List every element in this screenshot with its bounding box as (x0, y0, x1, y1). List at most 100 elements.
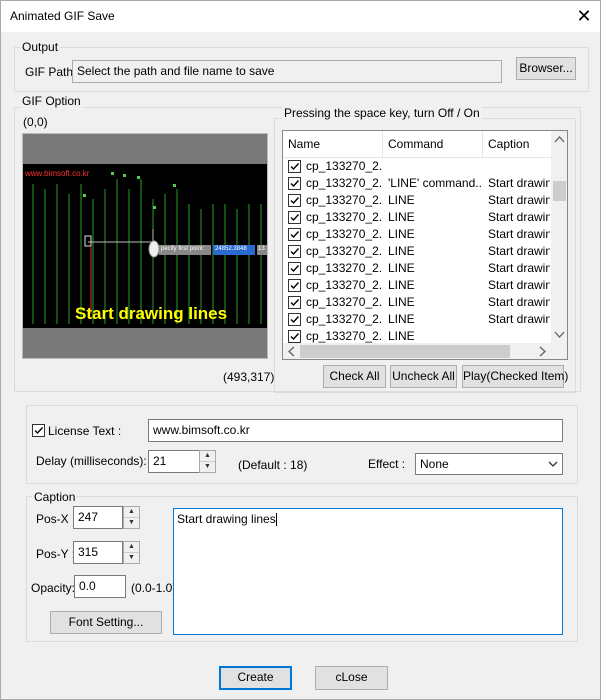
license-checkbox[interactable] (32, 424, 45, 437)
list-item[interactable]: cp_133270_2... (283, 158, 551, 175)
spin-up-icon[interactable]: ▲ (124, 507, 139, 518)
delay-label: Delay (milliseconds): (36, 454, 147, 468)
check-icon (290, 248, 300, 256)
output-legend: Output (20, 40, 61, 54)
row-command: LINE (388, 227, 415, 241)
check-icon (290, 231, 300, 239)
pos-x-input[interactable]: 247 (73, 506, 123, 529)
pos-x-label: Pos-X : (36, 512, 76, 526)
preview-coord-bottom: (493,317) (223, 370, 275, 384)
row-checkbox[interactable] (288, 194, 301, 207)
list-item[interactable]: cp_133270_2... LINE Start drawing (283, 192, 551, 209)
list-vertical-scrollbar[interactable] (551, 131, 567, 343)
delay-input[interactable]: 21 (148, 450, 200, 473)
gif-option-legend: GIF Option (20, 94, 83, 108)
list-item[interactable]: cp_133270_2... LINE Start drawing (283, 294, 551, 311)
scroll-corner (551, 343, 567, 359)
play-checked-button[interactable]: Play(Checked Item) (462, 365, 568, 388)
row-name: cp_133270_2... (306, 295, 381, 309)
row-checkbox[interactable] (288, 296, 301, 309)
close-button[interactable]: cLose (315, 666, 388, 690)
row-checkbox[interactable] (288, 177, 301, 190)
close-icon[interactable]: ✕ (567, 3, 601, 30)
gif-path-field[interactable]: Select the path and file name to save (72, 60, 502, 83)
chevron-down-icon (548, 461, 558, 467)
row-name: cp_133270_2... (306, 176, 381, 190)
pos-y-input[interactable]: 315 (73, 541, 123, 564)
license-text-input[interactable]: www.bimsoft.co.kr (148, 419, 563, 442)
spin-down-icon[interactable]: ▼ (124, 518, 139, 529)
list-item[interactable]: cp_133270_2... LINE Start drawing (283, 260, 551, 277)
check-icon (290, 316, 300, 324)
scroll-thumb[interactable] (553, 181, 566, 201)
effect-dropdown[interactable]: None (415, 453, 563, 475)
row-checkbox[interactable] (288, 211, 301, 224)
caption-legend: Caption (32, 490, 78, 504)
browse-button[interactable]: Browser... (516, 57, 576, 80)
list-item[interactable]: cp_133270_2... 'LINE' command... Start dra… (283, 175, 551, 192)
preview-coord-top: (0,0) (23, 115, 48, 129)
row-checkbox[interactable] (288, 160, 301, 173)
list-header: Name Command Caption (283, 131, 551, 158)
font-setting-button[interactable]: Font Setting... (50, 611, 162, 634)
row-command: LINE (388, 193, 415, 207)
text-cursor (275, 513, 277, 527)
scroll-right-icon[interactable] (534, 343, 551, 359)
list-item[interactable]: cp_133270_2... LINE Start drawing (283, 277, 551, 294)
frame-list[interactable]: Name Command Caption cp_133270_2... cp_13… (282, 130, 568, 360)
scroll-up-icon[interactable] (551, 131, 567, 148)
pos-x-spinner[interactable]: ▲ ▼ (123, 506, 140, 529)
opacity-range-text: (0.0-1.0) (131, 581, 177, 595)
preview-prompt-text: pecify first point: (161, 246, 205, 252)
column-header-name[interactable]: Name (283, 131, 383, 158)
scroll-down-icon[interactable] (551, 326, 567, 343)
caption-text-area[interactable]: Start drawing lines (173, 508, 563, 635)
check-icon (34, 427, 44, 435)
create-button[interactable]: Create (219, 666, 292, 690)
row-command: LINE (388, 312, 415, 326)
row-name: cp_133270_2... (306, 227, 381, 241)
effect-value: None (420, 457, 449, 471)
check-all-button[interactable]: Check All (323, 365, 386, 388)
spin-up-icon[interactable]: ▲ (124, 542, 139, 553)
row-command: LINE (388, 329, 415, 343)
window-title: Animated GIF Save (10, 9, 115, 23)
row-checkbox[interactable] (288, 262, 301, 275)
scroll-left-icon[interactable] (283, 343, 300, 359)
list-item[interactable]: cp_133270_2... LINE Start drawing (283, 311, 551, 328)
list-item[interactable]: cp_133270_2... LINE Start drawing (283, 209, 551, 226)
row-name: cp_133270_2... (306, 312, 381, 326)
column-header-command[interactable]: Command (383, 131, 483, 158)
spin-up-icon[interactable]: ▲ (200, 451, 215, 462)
spin-down-icon[interactable]: ▼ (124, 553, 139, 564)
uncheck-all-button[interactable]: Uncheck All (390, 365, 457, 388)
check-icon (290, 214, 300, 222)
pos-y-spinner[interactable]: ▲ ▼ (123, 541, 140, 564)
row-checkbox[interactable] (288, 228, 301, 241)
row-checkbox[interactable] (288, 330, 301, 343)
row-name: cp_133270_2... (306, 159, 381, 173)
gif-path-label: GIF Path: (25, 65, 77, 79)
spin-down-icon[interactable]: ▼ (200, 462, 215, 473)
effect-label: Effect : (368, 457, 406, 471)
row-checkbox[interactable] (288, 279, 301, 292)
opacity-input[interactable]: 0.0 (74, 575, 126, 598)
gif-preview: www.bimsoft.co.kr pecify first point: 24… (22, 133, 268, 359)
row-checkbox[interactable] (288, 313, 301, 326)
list-item[interactable]: cp_133270_2... LINE Start drawing (283, 226, 551, 243)
row-checkbox[interactable] (288, 245, 301, 258)
title-bar: Animated GIF Save ✕ (1, 1, 600, 32)
preview-site-text: www.bimsoft.co.kr (25, 169, 90, 178)
delay-default-text: (Default : 18) (238, 458, 308, 472)
list-item[interactable]: cp_133270_2... LINE Start drawing (283, 243, 551, 260)
check-icon (290, 333, 300, 341)
preview-caption: Start drawing lines (75, 304, 228, 323)
delay-spinner[interactable]: ▲ ▼ (199, 450, 216, 473)
list-horizontal-scrollbar[interactable] (283, 343, 551, 359)
hscroll-thumb[interactable] (300, 345, 510, 358)
caption-text-value: Start drawing lines (177, 512, 276, 526)
check-icon (290, 197, 300, 205)
column-header-caption[interactable]: Caption (483, 131, 558, 158)
row-name: cp_133270_2... (306, 261, 381, 275)
row-command: LINE (388, 210, 415, 224)
